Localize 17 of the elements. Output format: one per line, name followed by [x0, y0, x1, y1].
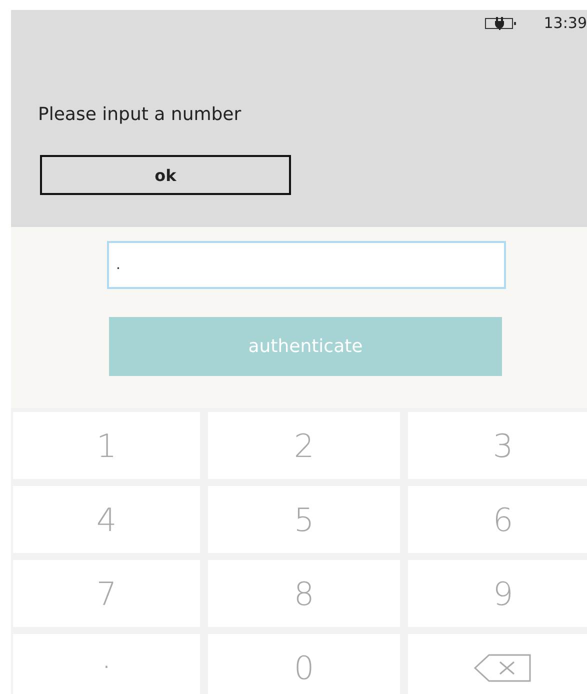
keypad-key[interactable]: 9 [408, 560, 587, 627]
keypad-key[interactable]: 6 [408, 486, 587, 553]
backspace-key[interactable] [408, 634, 587, 694]
backspace-icon [474, 654, 532, 682]
keypad-key[interactable]: 0 [208, 634, 400, 694]
keypad-key[interactable]: 1 [13, 412, 200, 479]
keypad-key[interactable]: 5 [208, 486, 400, 553]
keypad-key[interactable]: 4 [13, 486, 200, 553]
keypad-key[interactable]: 2 [208, 412, 400, 479]
keypad-key[interactable]: 7 [13, 560, 200, 627]
keypad-key[interactable]: 8 [208, 560, 400, 627]
keypad-key[interactable]: . [13, 634, 200, 694]
keypad-key[interactable]: 3 [408, 412, 587, 479]
ok-button[interactable]: ok [40, 155, 291, 195]
dialog-message: Please input a number [38, 104, 242, 125]
status-time: 13:39 [544, 14, 587, 32]
number-input-field[interactable]: . [107, 241, 506, 289]
